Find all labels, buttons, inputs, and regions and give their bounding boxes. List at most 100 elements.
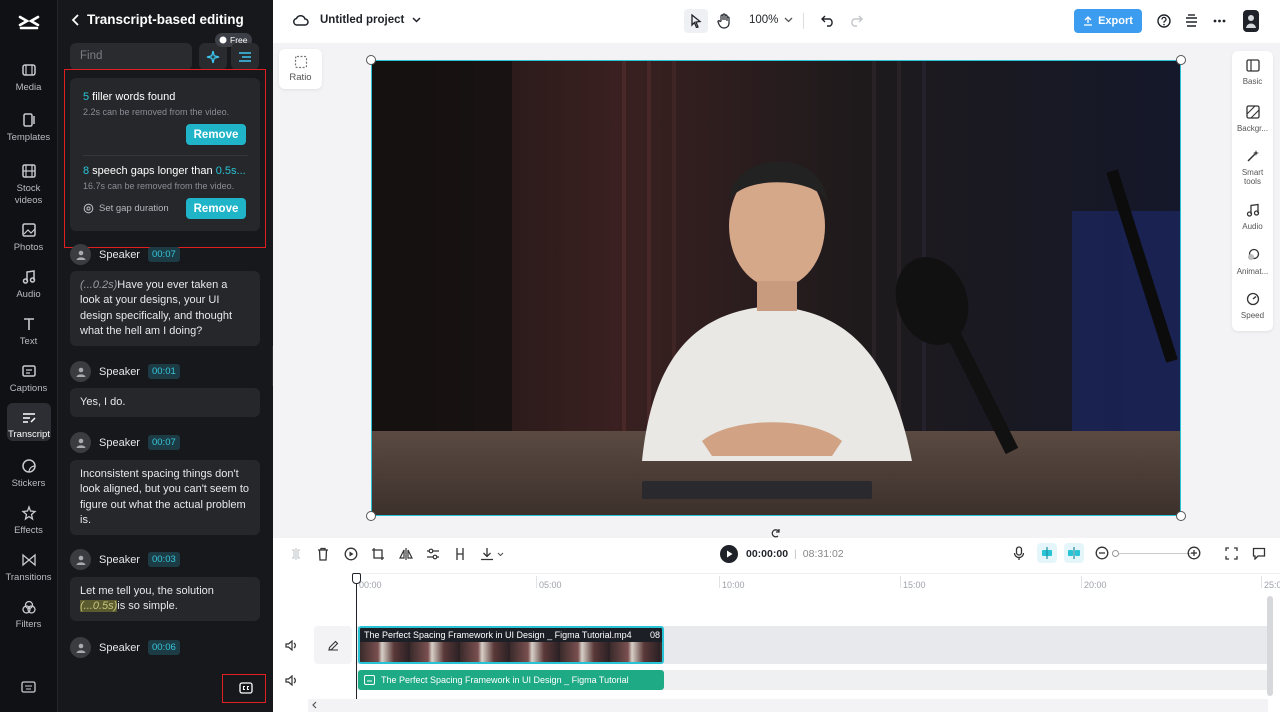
rail-transcript[interactable]: Transcript xyxy=(7,403,51,441)
magnet-snap-button[interactable] xyxy=(1037,543,1057,563)
segment-time[interactable]: 00:06 xyxy=(147,640,180,655)
segment-time[interactable]: 00:07 xyxy=(147,435,180,450)
caption-clip[interactable]: The Perfect Spacing Framework in UI Desi… xyxy=(358,670,664,690)
horizontal-scrollbar[interactable] xyxy=(308,699,1268,712)
rail-transitions[interactable]: Transitions xyxy=(0,550,57,584)
comment-icon[interactable] xyxy=(1252,547,1266,560)
speaker-row[interactable]: Speaker 00:07 xyxy=(70,244,180,265)
split-icon[interactable] xyxy=(290,547,302,561)
resize-handle[interactable] xyxy=(1176,55,1186,65)
trim-icon[interactable] xyxy=(453,547,467,561)
speaker-icon[interactable] xyxy=(285,640,298,651)
speaker-row[interactable]: Speaker 00:01 xyxy=(70,361,180,382)
capcut-logo[interactable] xyxy=(17,13,41,33)
scroll-left-icon[interactable] xyxy=(312,701,317,709)
rotate-icon[interactable] xyxy=(771,528,781,538)
rail-effects[interactable]: Effects xyxy=(0,503,57,537)
photo-icon xyxy=(21,220,37,240)
tool-smart[interactable]: Smart tools xyxy=(1232,149,1273,186)
cc-icon[interactable] xyxy=(239,682,253,694)
rail-text[interactable]: Text xyxy=(0,314,57,348)
set-gap-duration[interactable]: Set gap duration xyxy=(83,203,169,214)
resize-handle[interactable] xyxy=(366,511,376,521)
rail-templates[interactable]: Templates xyxy=(0,110,57,144)
animation-icon xyxy=(1232,248,1273,262)
cloud-icon[interactable] xyxy=(292,13,309,27)
speaker-row[interactable]: Speaker 00:06 xyxy=(70,637,180,658)
link-tracks-button[interactable] xyxy=(1064,543,1084,563)
rail-label: Effects xyxy=(14,525,43,536)
rail-stock-videos[interactable]: Stock videos xyxy=(0,161,57,207)
microphone-icon[interactable] xyxy=(1013,546,1025,561)
flip-icon[interactable] xyxy=(399,547,413,561)
back-chevron-icon[interactable] xyxy=(71,13,81,26)
select-tool-button[interactable] xyxy=(684,9,708,33)
segment-time[interactable]: 00:03 xyxy=(147,552,180,567)
project-name[interactable]: Untitled project xyxy=(320,14,421,26)
export-button[interactable]: Export xyxy=(1074,9,1142,33)
gap-marker[interactable]: (...0.5s) xyxy=(80,600,118,613)
segment-time[interactable]: 00:01 xyxy=(147,364,180,379)
tool-animation[interactable]: Animat... xyxy=(1232,248,1273,276)
tool-audio[interactable]: Audio xyxy=(1232,203,1273,231)
segment-text[interactable]: Inconsistent spacing things don't look a… xyxy=(70,460,260,535)
vertical-scrollbar[interactable] xyxy=(1267,596,1273,696)
playhead[interactable] xyxy=(356,573,357,712)
speaker-row[interactable]: Speaker 00:03 xyxy=(70,549,180,570)
edit-cover-button[interactable] xyxy=(314,626,352,664)
ai-sparkle-button[interactable] xyxy=(199,43,227,70)
delete-icon[interactable] xyxy=(317,547,329,561)
stack-icon[interactable] xyxy=(1185,14,1198,28)
tool-background[interactable]: Backgr... xyxy=(1232,105,1273,133)
resize-handle[interactable] xyxy=(366,55,376,65)
segment-text[interactable]: Yes, I do. xyxy=(70,388,260,417)
crop-icon[interactable] xyxy=(371,547,385,561)
speaker-icon[interactable] xyxy=(285,675,298,686)
zoom-in-icon[interactable] xyxy=(1187,546,1201,560)
ratio-button[interactable]: Ratio xyxy=(279,49,322,89)
resize-handle[interactable] xyxy=(1176,511,1186,521)
effects-icon xyxy=(20,503,37,523)
playhead-handle[interactable] xyxy=(352,573,361,584)
zoom-dropdown[interactable]: 100% xyxy=(749,14,793,26)
segment-text[interactable]: Let me tell you, the solution (...0.5s)i… xyxy=(70,577,260,621)
download-dropdown[interactable] xyxy=(480,547,504,561)
tool-basic[interactable]: Basic xyxy=(1232,59,1273,86)
hand-tool-icon[interactable] xyxy=(717,13,731,29)
speaker-row[interactable]: Speaker 00:07 xyxy=(70,432,180,453)
find-input[interactable]: Find xyxy=(70,43,192,70)
zoom-slider-knob[interactable] xyxy=(1112,550,1119,557)
undo-icon[interactable] xyxy=(821,14,835,27)
gap-marker[interactable]: (...0.2s) xyxy=(80,279,117,291)
project-title: Untitled project xyxy=(320,14,405,26)
remove-gaps-button[interactable]: Remove xyxy=(186,198,246,219)
rail-audio[interactable]: Audio xyxy=(0,267,57,301)
redo-icon[interactable] xyxy=(849,14,863,27)
user-avatar[interactable] xyxy=(1243,10,1259,32)
rail-captions[interactable]: Captions xyxy=(0,361,57,395)
zoom-slider[interactable] xyxy=(1112,550,1195,557)
rail-filters[interactable]: Filters xyxy=(0,597,57,631)
gaps-threshold: 0.5s... xyxy=(215,165,246,177)
play-circle-icon[interactable] xyxy=(344,547,358,561)
remove-filler-button[interactable]: Remove xyxy=(186,124,246,145)
video-clip[interactable]: The Perfect Spacing Framework in UI Desi… xyxy=(358,626,664,664)
segment-time[interactable]: 00:07 xyxy=(147,247,180,262)
zoom-out-icon[interactable] xyxy=(1095,546,1109,560)
play-button[interactable] xyxy=(720,545,738,563)
filter-list-button[interactable] xyxy=(231,43,259,70)
segment-text[interactable]: (...0.2s)Have you ever taken a look at y… xyxy=(70,271,260,346)
more-icon[interactable] xyxy=(1213,19,1226,23)
tool-speed[interactable]: Speed xyxy=(1232,292,1273,320)
fit-icon[interactable] xyxy=(1225,547,1238,560)
rail-stickers[interactable]: Stickers xyxy=(0,456,57,490)
keyboard-icon[interactable] xyxy=(21,681,36,693)
rail-photos[interactable]: Photos xyxy=(0,220,57,254)
rail-media[interactable]: Media xyxy=(0,60,57,94)
adjust-icon[interactable] xyxy=(426,547,440,561)
tool-label: Smart tools xyxy=(1241,168,1264,186)
ruler-tick xyxy=(1081,576,1082,588)
video-preview[interactable] xyxy=(371,60,1181,516)
ruler[interactable] xyxy=(357,573,1280,593)
help-icon[interactable] xyxy=(1157,14,1171,28)
